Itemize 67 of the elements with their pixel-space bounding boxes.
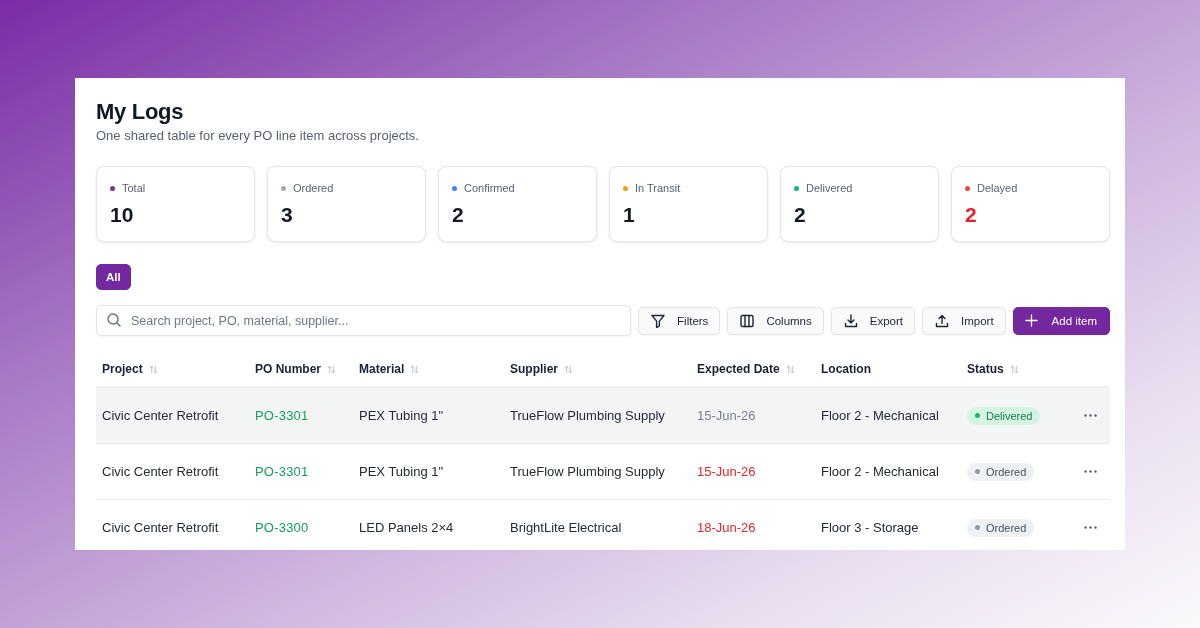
project-name: Civic Center Retrofit — [102, 408, 219, 423]
dot-icon — [975, 469, 980, 474]
stat-value: 2 — [452, 202, 464, 228]
stat-label: Delivered — [806, 181, 853, 195]
supplier-name: TrueFlow Plumbing Supply — [510, 408, 665, 423]
dot-icon — [975, 413, 980, 418]
material-name: PEX Tubing 1" — [359, 464, 444, 479]
column-header[interactable]: PO Number — [255, 362, 321, 376]
download-icon — [843, 313, 858, 328]
material-name: PEX Tubing 1" — [359, 408, 444, 423]
import-button[interactable]: Import — [922, 306, 1006, 335]
stat-value: 1 — [623, 202, 635, 228]
column-header[interactable]: Material — [359, 362, 405, 376]
po-number-link[interactable]: PO-3300 — [255, 520, 309, 535]
more-icon[interactable] — [1084, 526, 1097, 529]
page-subtitle: One shared table for every PO line item across projects. — [96, 128, 419, 144]
column-header[interactable]: Location — [821, 362, 871, 376]
sort-icon[interactable] — [148, 364, 158, 374]
stat-value: 10 — [110, 202, 134, 228]
supplier-name: TrueFlow Plumbing Supply — [510, 464, 665, 479]
stat-value: 3 — [281, 202, 293, 228]
page-title: My Logs — [96, 98, 184, 126]
stat-value: 2 — [794, 202, 806, 228]
upload-icon — [935, 313, 949, 328]
sort-icon[interactable] — [564, 364, 573, 374]
column-header[interactable]: Supplier — [510, 362, 558, 376]
po-number-link[interactable]: PO-3301 — [255, 464, 309, 479]
stat-label: Confirmed — [464, 181, 515, 195]
project-name: Civic Center Retrofit — [102, 464, 219, 479]
columns-icon — [740, 313, 755, 328]
project-name: Civic Center Retrofit — [102, 520, 219, 535]
location-text: Floor 2 - Mechanical — [821, 408, 939, 423]
plus-icon — [1024, 314, 1038, 327]
expected-date: 15-Jun-26 — [697, 464, 756, 479]
expected-date: 18-Jun-26 — [697, 520, 756, 535]
status-label: Ordered — [986, 464, 1027, 480]
stat-label: Total — [122, 181, 146, 195]
search-field[interactable]: Search project, PO, material, supplier... — [96, 305, 632, 336]
column-header[interactable]: Status — [967, 362, 1004, 376]
material-name: LED Panels 2×4 — [359, 520, 454, 535]
dot-icon — [975, 525, 980, 530]
sort-icon[interactable] — [1009, 364, 1019, 374]
column-header[interactable]: Expected Date — [697, 362, 780, 376]
column-header[interactable]: Project — [102, 362, 143, 376]
sort-icon[interactable] — [785, 364, 795, 374]
supplier-name: BrightLite Electrical — [510, 520, 622, 535]
location-text: Floor 3 - Storage — [821, 520, 919, 535]
more-icon[interactable] — [1084, 470, 1097, 473]
table-row[interactable]: Civic Center Retrofit PO-3301 PEX Tubing 1" TrueFlow Plumbing Supply 15-Jun-26 Floor 2 - Mechanical Delivered — [96, 388, 1110, 444]
add-item-button[interactable]: Add item — [1012, 306, 1110, 335]
sort-icon[interactable] — [327, 364, 336, 374]
expected-date: 15-Jun-26 — [697, 408, 756, 423]
stat-label: In Transit — [635, 181, 681, 195]
status-label: Delivered — [986, 408, 1033, 424]
filters-button[interactable]: Filters — [638, 306, 721, 335]
more-icon[interactable] — [1084, 414, 1097, 417]
stat-label: Delayed — [977, 181, 1018, 195]
filter-icon — [651, 313, 666, 328]
status-label: Ordered — [986, 520, 1027, 536]
search-icon — [107, 313, 121, 327]
sort-icon[interactable] — [410, 364, 420, 374]
columns-button[interactable]: Columns — [727, 306, 824, 335]
stat-label: Ordered — [293, 181, 334, 195]
stat-value: 2 — [965, 202, 977, 228]
export-button[interactable]: Export — [830, 306, 915, 335]
location-text: Floor 2 - Mechanical — [821, 464, 939, 479]
filter-tab[interactable]: All — [96, 264, 131, 290]
